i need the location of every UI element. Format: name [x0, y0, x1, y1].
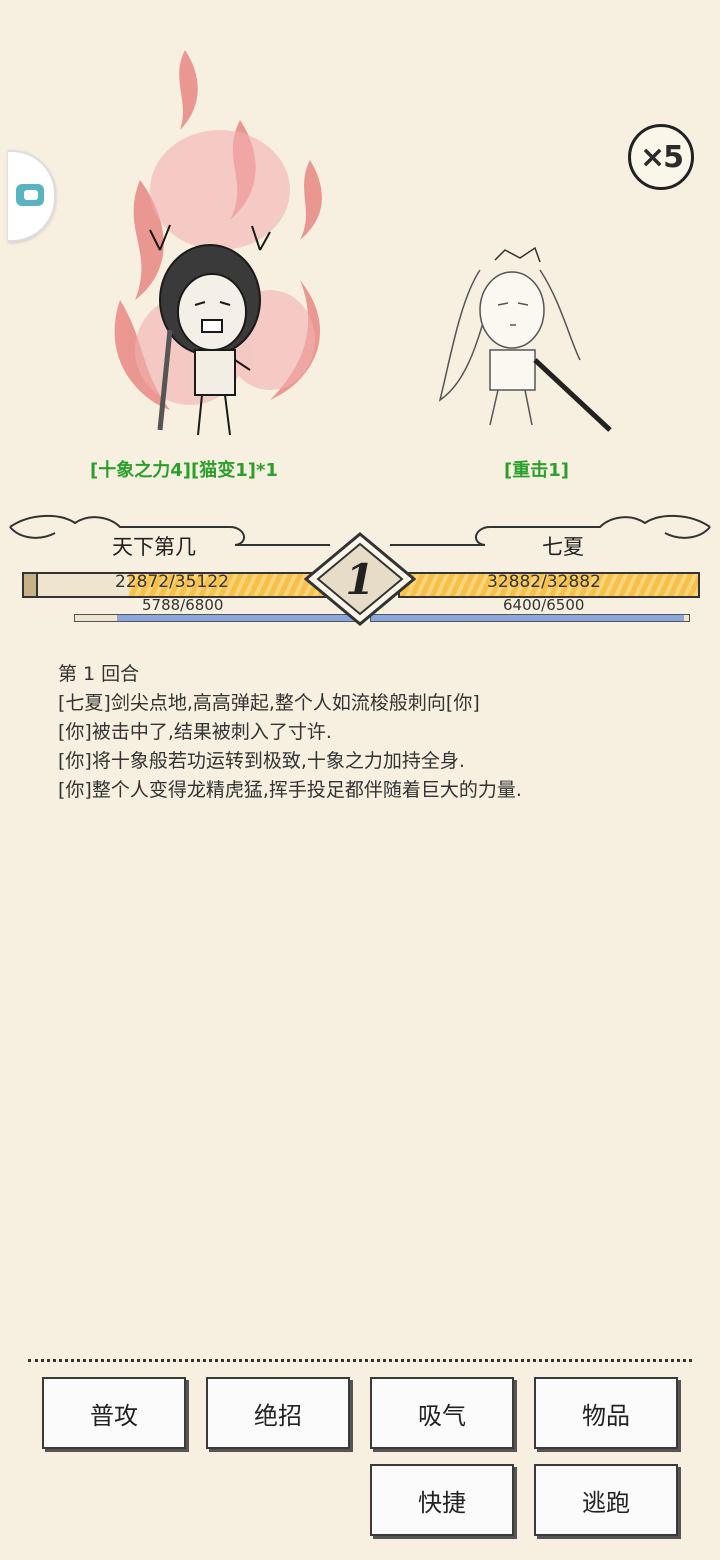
speed-multiplier-button[interactable]: ×5 — [628, 124, 694, 190]
enemy-mp-text: 6400/6500 — [503, 596, 585, 614]
breathe-button[interactable]: 吸气 — [370, 1377, 514, 1449]
player-mp-text: 5788/6800 — [142, 596, 224, 614]
enemy-buff-list: [重击1] — [504, 460, 569, 481]
battle-log-line: [你]将十象般若功运转到极致,十象之力加持全身. — [58, 750, 465, 772]
chat-bubble-icon — [16, 184, 44, 206]
items-button[interactable]: 物品 — [534, 1377, 678, 1449]
player-buff-list: [十象之力4][猫变1]*1 — [90, 460, 278, 481]
battle-log-line: [你]整个人变得龙精虎猛,挥手投足都伴随着巨大的力量. — [58, 779, 522, 801]
side-menu-tab[interactable] — [8, 150, 56, 242]
enemy-name: 七夏 — [542, 535, 584, 559]
battle-log-line: 第 1 回合 — [58, 663, 140, 685]
enemy-mp-fill — [371, 615, 685, 621]
round-number: 1 — [345, 555, 374, 604]
skill-button[interactable]: 绝招 — [206, 1377, 350, 1449]
enemy-hp-text: 32882/32882 — [487, 572, 601, 592]
enemy-mp-bar — [370, 614, 690, 622]
player-character-icon — [149, 224, 271, 436]
flee-button[interactable]: 逃跑 — [534, 1464, 678, 1536]
action-divider — [28, 1359, 692, 1362]
shortcut-button[interactable]: 快捷 — [370, 1464, 514, 1536]
attack-button[interactable]: 普攻 — [42, 1377, 186, 1449]
player-hp-text: 22872/35122 — [115, 572, 229, 592]
battle-log-line: [七夏]剑尖点地,高高弹起,整个人如流梭般刺向[你] — [58, 692, 480, 714]
battle-log: 第 1 回合 [七夏]剑尖点地,高高弹起,整个人如流梭般刺向[你] [你]被击中… — [58, 660, 678, 805]
hp-bar-endcap — [24, 574, 38, 596]
round-counter-badge: 1 — [304, 532, 416, 626]
player-name: 天下第几 — [112, 535, 196, 559]
enemy-character-icon — [438, 246, 612, 432]
battle-log-line: [你]被击中了,结果被刺入了寸许. — [58, 721, 332, 743]
